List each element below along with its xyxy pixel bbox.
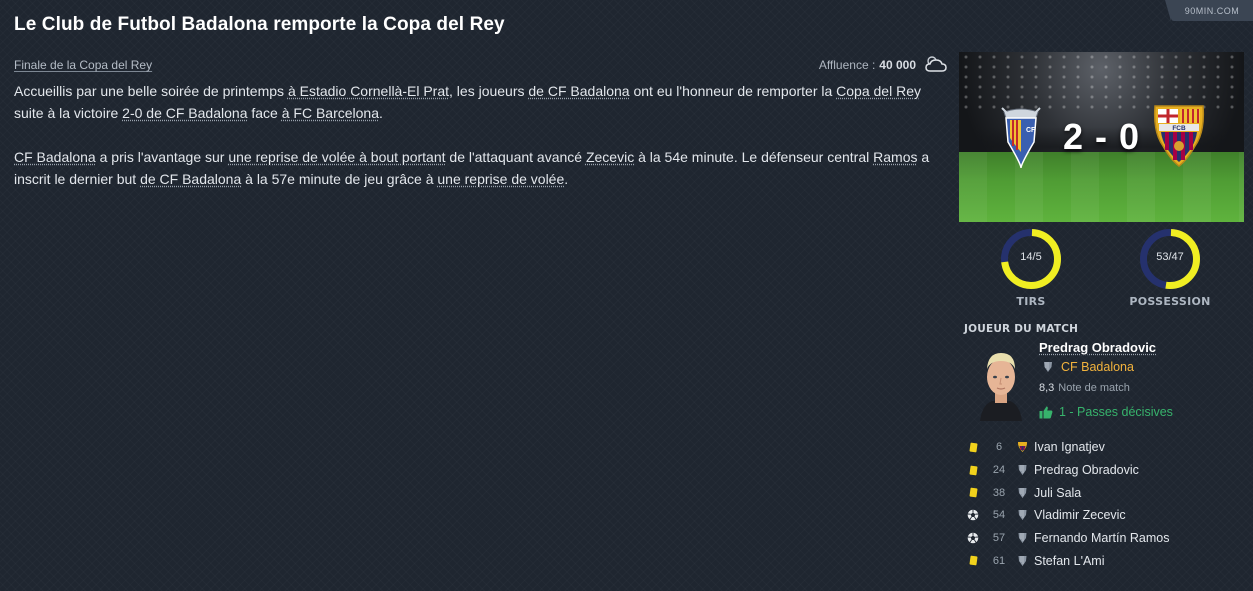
article-link[interactable]: à Estadio Cornellà-El Prat [288, 83, 449, 99]
article-text: de l'attaquant avancé [445, 149, 586, 165]
yellow-card-icon [962, 555, 984, 566]
yellow-card-icon [962, 487, 984, 498]
article-link[interactable]: 2-0 de CF Badalona [122, 105, 247, 121]
scoreboard: CF 2 - 0 FCB [959, 52, 1244, 222]
event-minute: 61 [992, 554, 1006, 567]
potm-assists-text: 1 - Passes décisives [1059, 405, 1173, 419]
cf-badalona-crest-icon [1014, 464, 1030, 476]
thumbs-up-icon [1039, 406, 1053, 418]
goal-ball-icon [962, 532, 984, 544]
event-minute: 6 [995, 441, 1003, 454]
article-link[interactable]: Copa del Rey [836, 83, 921, 99]
event-player[interactable]: Ivan Ignatjev [1034, 440, 1105, 454]
svg-text:FCB: FCB [1172, 125, 1186, 132]
article-text: Accueillis par une belle soirée de print… [14, 83, 288, 99]
match-event-row: 38 Juli Sala [962, 481, 1242, 504]
cf-badalona-crest-icon [1044, 362, 1052, 372]
article-paragraph-1: Accueillis par une belle soirée de print… [14, 80, 944, 124]
yellow-card-icon [962, 465, 984, 475]
fc-barcelona-crest-icon[interactable]: FCB [1149, 102, 1209, 170]
article-link[interactable]: une reprise de volée à bout portant [228, 149, 445, 165]
event-player[interactable]: Fernando Martín Ramos [1034, 531, 1169, 545]
cloudy-icon [925, 56, 947, 72]
shots-label: TIRS [1016, 295, 1046, 308]
event-player[interactable]: Vladimir Zecevic [1034, 508, 1126, 522]
event-player[interactable]: Juli Sala [1034, 486, 1081, 500]
article-text: face [247, 105, 282, 121]
attendance-value: 40 000 [879, 58, 916, 72]
article-link[interactable]: Zecevic [586, 149, 634, 165]
article-text: , les joueurs [449, 83, 529, 99]
cf-badalona-crest-icon [1014, 487, 1030, 499]
match-events-list: 6 Ivan Ignatjev 24 Predrag Obradovic 38 Juli … [962, 436, 1242, 572]
competition-link[interactable]: Finale de la Copa del Rey [14, 58, 152, 72]
stat-shots: 14/5 TIRS [986, 227, 1076, 308]
cf-badalona-crest-icon [1014, 509, 1030, 521]
article-text: ont eu l'honneur de remporter la [629, 83, 837, 99]
event-player[interactable]: Predrag Obradovic [1034, 463, 1139, 477]
potm-rating-label: Note de match [1058, 382, 1130, 394]
match-event-row: 6 Ivan Ignatjev [962, 436, 1242, 459]
possession-label: POSSESSION [1129, 295, 1211, 308]
possession-value: 53/47 [1156, 251, 1184, 263]
shots-value: 14/5 [1020, 251, 1042, 263]
article-link[interactable]: de CF Badalona [528, 83, 629, 99]
event-minute: 54 [992, 509, 1006, 522]
article-text: a pris l'avantage sur [95, 149, 229, 165]
article-text: . [379, 105, 383, 121]
cf-badalona-crest-icon [1014, 532, 1030, 544]
potm-assists: 1 - Passes décisives [1039, 405, 1173, 419]
stat-possession: 53/47 POSSESSION [1125, 227, 1215, 308]
event-minute: 38 [992, 486, 1006, 499]
yellow-card-icon [962, 442, 984, 453]
article-link[interactable]: CF Badalona [14, 149, 96, 165]
article-text: à la 54e minute. Le défenseur central [634, 149, 874, 165]
article-text: . [564, 171, 569, 187]
article-link[interactable]: à FC Barcelona [282, 105, 379, 121]
article-text: suite à la victoire [14, 105, 123, 121]
potm-rating-value: 8,3 [1039, 382, 1055, 394]
match-event-row: 24 Predrag Obradovic [962, 459, 1242, 482]
match-event-row: 54 Vladimir Zecevic [962, 504, 1242, 527]
source-badge[interactable]: 90MIN.COM [1165, 0, 1253, 21]
cf-badalona-crest-icon [1014, 555, 1030, 567]
article-paragraph-2: CF Badalona a pris l'avantage sur une re… [14, 146, 944, 190]
match-event-row: 57 Fernando Martín Ramos [962, 527, 1242, 550]
match-event-row: 61 Stefan L'Ami [962, 549, 1242, 572]
attendance-label: Affluence : [818, 58, 876, 72]
article-body: Accueillis par une belle soirée de print… [14, 80, 944, 212]
article-text: à la 57e minute de jeu grâce à [241, 171, 438, 187]
goal-ball-icon [962, 509, 984, 521]
potm-club[interactable]: CF Badalona [1043, 360, 1134, 374]
attendance: Affluence : 40 000 [819, 58, 916, 72]
event-minute: 24 [992, 464, 1006, 477]
event-minute: 57 [992, 532, 1006, 545]
fc-barcelona-crest-icon [1014, 441, 1030, 453]
article-link[interactable]: Ramos [873, 149, 917, 165]
article-link[interactable]: une reprise de volée [437, 171, 564, 187]
potm-club-name[interactable]: CF Badalona [1061, 360, 1134, 374]
article-link[interactable]: de CF Badalona [140, 171, 241, 187]
potm-rating: 8,3 Note de match [1039, 382, 1130, 394]
page-title: Le Club de Futbol Badalona remporte la C… [14, 14, 505, 35]
potm-player-name[interactable]: Predrag Obradovic [1039, 340, 1156, 355]
event-player[interactable]: Stefan L'Ami [1034, 554, 1104, 568]
player-of-match-heading: JOUEUR DU MATCH [964, 323, 1079, 335]
player-avatar[interactable] [978, 347, 1024, 421]
